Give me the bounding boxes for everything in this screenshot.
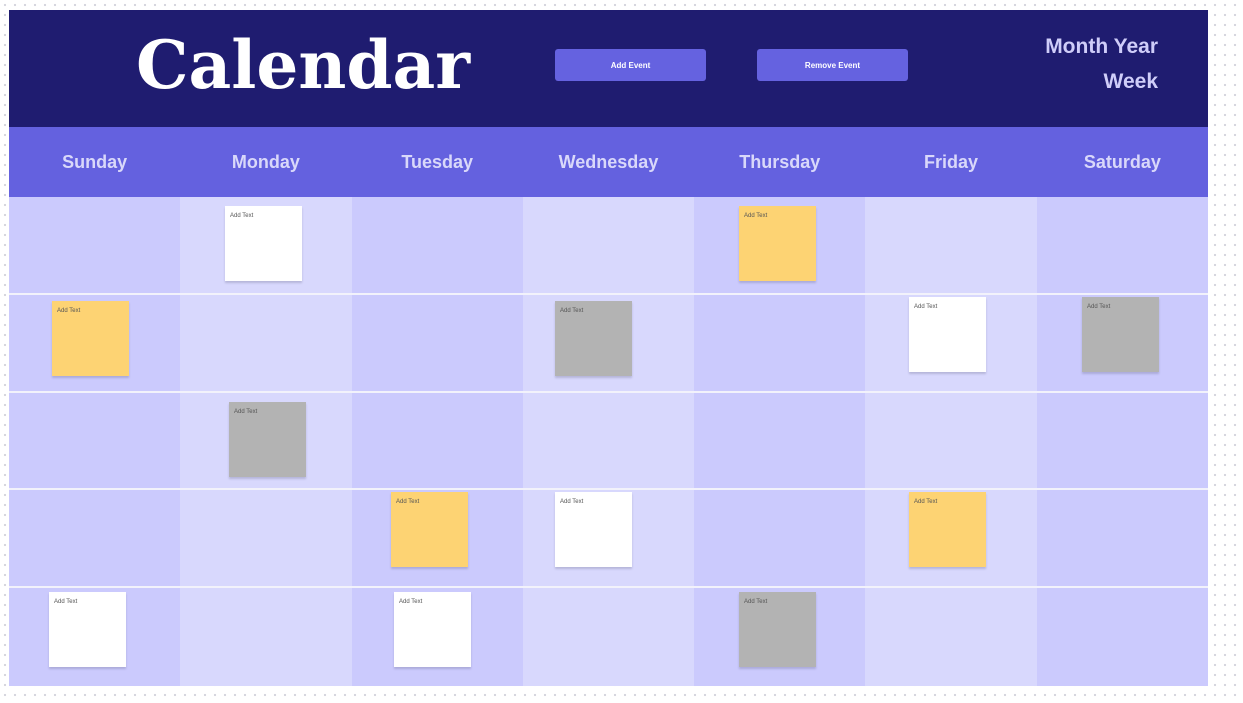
sticky-note[interactable]: Add Text: [225, 206, 302, 281]
calendar-grid: Add Text Add Text Add Text Add Text Add …: [9, 197, 1208, 686]
sticky-note[interactable]: Add Text: [739, 206, 816, 281]
sticky-note[interactable]: Add Text: [394, 592, 471, 667]
day-header-thursday: Thursday: [739, 151, 821, 172]
add-event-button[interactable]: Add Event: [555, 49, 706, 81]
day-header-friday: Friday: [924, 151, 979, 172]
sticky-note[interactable]: Add Text: [1082, 297, 1159, 372]
sticky-note[interactable]: Add Text: [555, 492, 632, 567]
week-divider: [9, 488, 1208, 490]
week-label: Week: [1103, 70, 1158, 93]
day-header-sunday: Sunday: [62, 151, 128, 172]
sticky-note[interactable]: Add Text: [739, 592, 816, 667]
day-column-wednesday: [522, 197, 695, 686]
remove-event-button[interactable]: Remove Event: [757, 49, 908, 81]
calendar-title: Calendar: [136, 26, 471, 104]
week-divider: [9, 293, 1208, 295]
sticky-note[interactable]: Add Text: [555, 301, 632, 376]
day-header-wednesday: Wednesday: [558, 151, 659, 172]
sticky-note[interactable]: Add Text: [52, 301, 129, 376]
sticky-note[interactable]: Add Text: [391, 492, 468, 567]
day-header-saturday: Saturday: [1083, 151, 1161, 172]
day-header-monday: Monday: [231, 151, 300, 172]
week-divider: [9, 586, 1208, 588]
weekday-header-row: Sunday Monday Tuesday Wednesday Thursday…: [9, 127, 1208, 197]
sticky-note[interactable]: Add Text: [229, 402, 306, 477]
day-column-saturday: [1036, 197, 1208, 686]
week-divider: [9, 391, 1208, 393]
calendar-board: Calendar Add Event Remove Event Month Ye…: [9, 10, 1208, 686]
calendar-header: Calendar Add Event Remove Event Month Ye…: [9, 10, 1208, 127]
day-header-tuesday: Tuesday: [401, 151, 474, 172]
sticky-note[interactable]: Add Text: [49, 592, 126, 667]
month-year-label: Month Year: [1045, 35, 1158, 58]
sticky-note[interactable]: Add Text: [909, 492, 986, 567]
day-column-friday: [865, 197, 1037, 686]
sticky-note[interactable]: Add Text: [909, 297, 986, 372]
